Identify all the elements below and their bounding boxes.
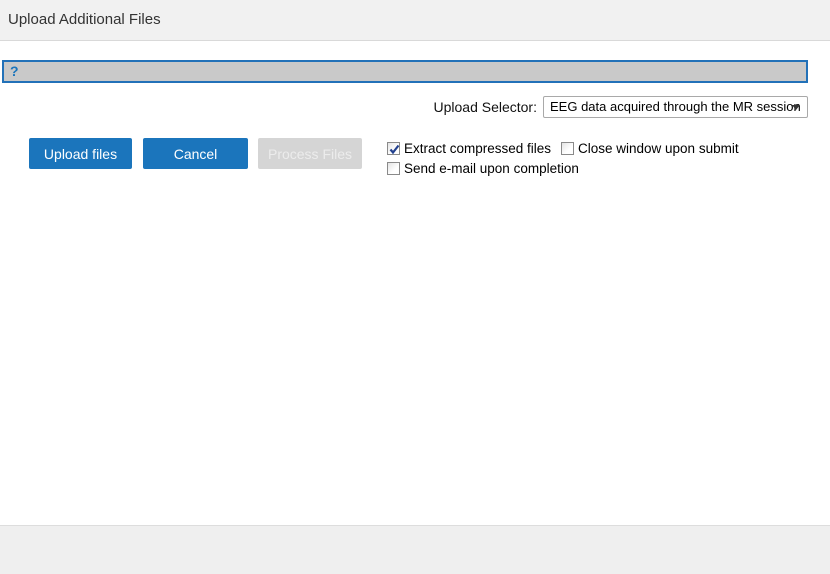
process-files-button: Process Files <box>258 138 362 169</box>
extract-compressed-files-checkbox[interactable] <box>387 142 400 155</box>
send-email-checkbox[interactable] <box>387 162 400 175</box>
extract-compressed-files-option: Extract compressed files <box>387 140 551 156</box>
close-window-label: Close window upon submit <box>578 141 739 156</box>
chevron-down-icon <box>792 105 800 110</box>
send-email-label: Send e-mail upon completion <box>404 161 579 176</box>
close-window-option: Close window upon submit <box>561 140 739 156</box>
upload-selector-value: EEG data acquired through the MR session <box>550 97 801 117</box>
upload-selector-label: Upload Selector: <box>433 96 537 118</box>
page-title: Upload Additional Files <box>8 0 161 40</box>
send-email-option: Send e-mail upon completion <box>387 160 579 176</box>
check-icon <box>388 143 401 156</box>
help-bar[interactable]: ? <box>2 60 808 83</box>
upload-files-button[interactable]: Upload files <box>29 138 132 169</box>
cancel-button[interactable]: Cancel <box>143 138 248 169</box>
upload-dialog: Upload Additional Files ? Upload Selecto… <box>0 0 830 573</box>
dialog-footer <box>0 525 830 574</box>
extract-compressed-files-label: Extract compressed files <box>404 141 551 156</box>
dialog-header: Upload Additional Files <box>0 0 830 41</box>
upload-selector-dropdown[interactable]: EEG data acquired through the MR session <box>543 96 808 118</box>
help-question-icon[interactable]: ? <box>10 63 19 80</box>
close-window-checkbox[interactable] <box>561 142 574 155</box>
